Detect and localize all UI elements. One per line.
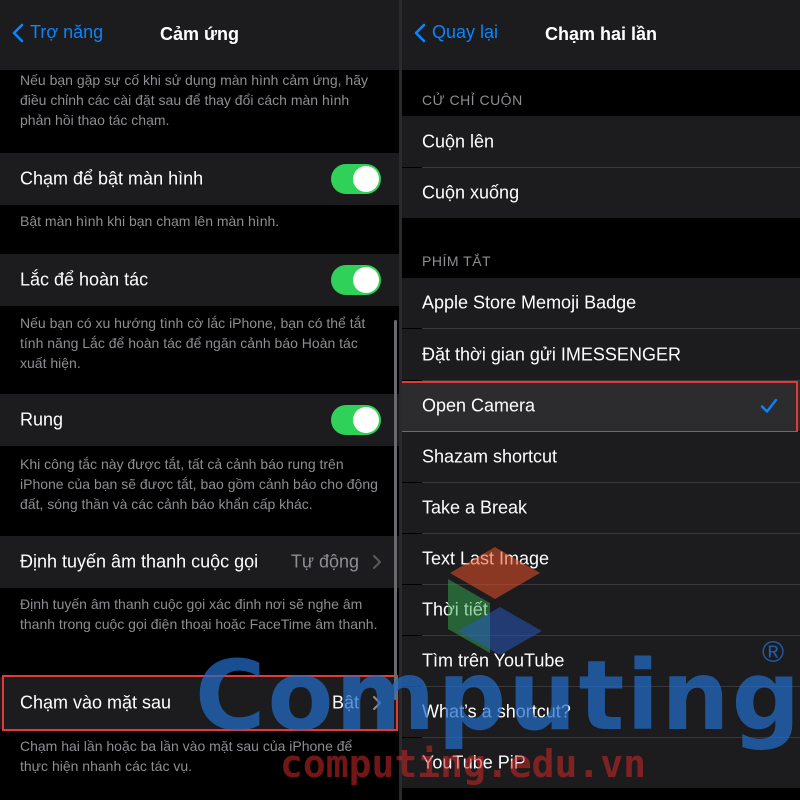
row-label: Rung bbox=[20, 409, 64, 430]
intro-note: Nếu bạn gặp sự cố khi sử dụng màn hình c… bbox=[20, 72, 368, 128]
page-title: Chạm hai lần bbox=[544, 24, 658, 44]
registered-mark: ® bbox=[762, 636, 785, 669]
item-label: Cuộn lên bbox=[422, 131, 495, 151]
item-label: Cuộn xuống bbox=[422, 182, 520, 203]
tap-to-wake-toggle[interactable] bbox=[331, 164, 381, 194]
call-audio-routing-row[interactable]: Định tuyến âm thanh cuộc gọi Tự động bbox=[0, 536, 399, 588]
navigation-bar: Trợ năng Cảm ứng bbox=[0, 0, 399, 70]
item-label: Shazam shortcut bbox=[422, 446, 558, 467]
watermark-word: Computing bbox=[195, 640, 800, 752]
toggle-knob bbox=[353, 407, 379, 433]
shake-to-undo-note: Nếu bạn có xu hướng tình cờ lắc iPhone, … bbox=[20, 315, 366, 371]
shake-to-undo-row[interactable]: Lắc để hoàn tác bbox=[0, 254, 399, 306]
item-label: Take a Break bbox=[422, 497, 528, 518]
watermark-url: computing.edu.vn bbox=[280, 742, 647, 786]
item-label: Apple Store Memoji Badge bbox=[422, 292, 637, 313]
list-item[interactable]: Cuộn xuống bbox=[402, 168, 800, 218]
item-label: Đặt thời gian gửi IMESSENGER bbox=[422, 344, 681, 364]
toggle-knob bbox=[353, 267, 379, 293]
navigation-bar: Quay lại Chạm hai lần bbox=[402, 0, 800, 70]
row-label: Lắc để hoàn tác bbox=[20, 269, 149, 290]
row-label: Chạm để bật màn hình bbox=[20, 168, 204, 189]
list-item[interactable]: Cuộn lên bbox=[402, 116, 800, 167]
list-item[interactable]: Shazam shortcut bbox=[402, 432, 800, 482]
list-item[interactable]: Đặt thời gian gửi IMESSENGER bbox=[402, 329, 800, 380]
tap-to-wake-note: Bật màn hình khi bạn chạm lên màn hình. bbox=[20, 213, 280, 229]
vibration-row[interactable]: Rung bbox=[0, 394, 399, 446]
row-value: Tự động bbox=[290, 551, 359, 572]
vibration-toggle[interactable] bbox=[331, 405, 381, 435]
toggle-knob bbox=[353, 166, 379, 192]
list-item[interactable]: Apple Store Memoji Badge bbox=[402, 278, 800, 328]
call-audio-routing-note: Định tuyến âm thanh cuộc gọi xác định nơ… bbox=[20, 596, 378, 632]
vibration-note: Khi công tắc này được tắt, tất cả cảnh b… bbox=[20, 456, 378, 512]
tap-to-wake-row[interactable]: Chạm để bật màn hình bbox=[0, 153, 399, 205]
chevron-right-icon bbox=[373, 555, 381, 569]
shake-to-undo-toggle[interactable] bbox=[331, 265, 381, 295]
scroll-gestures-header: CỬ CHỈ CUỘN bbox=[422, 92, 523, 108]
open-camera-highlight bbox=[402, 381, 798, 433]
shortcuts-header: PHÍM TẮT bbox=[422, 253, 492, 269]
list-item[interactable]: Take a Break bbox=[402, 483, 800, 533]
row-label: Định tuyến âm thanh cuộc gọi bbox=[20, 551, 259, 572]
page-title: Cảm ứng bbox=[159, 24, 240, 44]
